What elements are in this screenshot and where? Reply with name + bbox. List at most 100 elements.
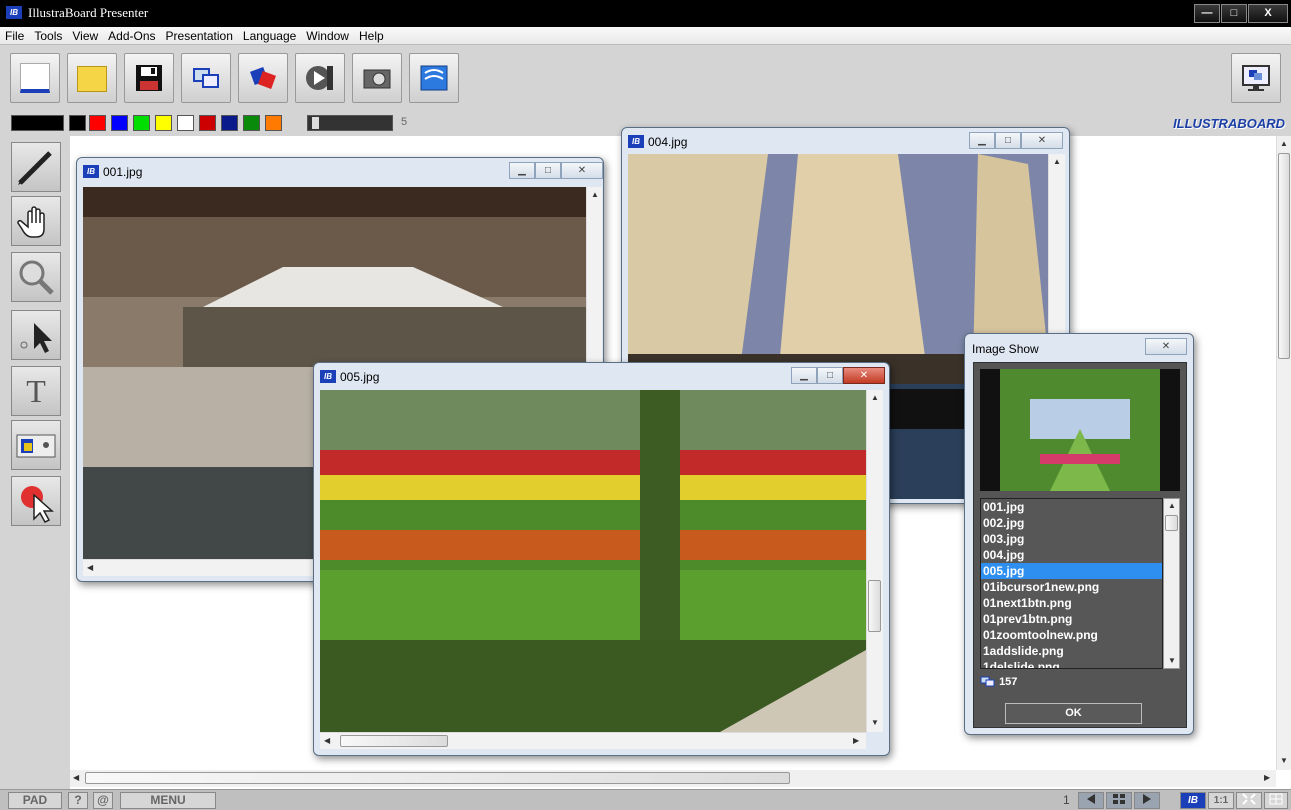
window-scroll-up-icon[interactable]: ▲ xyxy=(871,393,879,402)
scroll-up-icon[interactable]: ▲ xyxy=(1280,139,1288,148)
scroll-left-icon[interactable]: ◀ xyxy=(73,773,79,782)
open-button[interactable] xyxy=(67,53,117,103)
actual-size-button[interactable]: 1:1 xyxy=(1208,792,1234,809)
brand-logo: ILLUSTRABOARD xyxy=(1173,116,1285,131)
help-button[interactable]: ? xyxy=(68,792,88,809)
text-tool-button[interactable]: T xyxy=(11,366,61,416)
window-close-button[interactable]: ✕ xyxy=(1021,132,1063,149)
list-item[interactable]: 1addslide.png xyxy=(981,643,1162,659)
window-horizontal-scrollbar[interactable]: ◀ ▶ xyxy=(320,732,866,749)
menu-add-ons[interactable]: Add-Ons xyxy=(103,27,160,45)
scroll-right-icon[interactable]: ▶ xyxy=(1264,773,1270,782)
menu-button[interactable]: MENU xyxy=(120,792,216,809)
fit-screen-button[interactable] xyxy=(1236,792,1262,809)
menu-file[interactable]: File xyxy=(0,27,29,45)
window-scroll-left-icon[interactable]: ◀ xyxy=(324,736,330,745)
list-item[interactable]: 1delslide.png xyxy=(981,659,1162,668)
window-minimize-button[interactable]: ▁ xyxy=(969,132,995,149)
window-scroll-up-icon[interactable]: ▲ xyxy=(1053,157,1061,166)
slider-knob[interactable] xyxy=(312,117,319,129)
new-board-button[interactable] xyxy=(10,53,60,103)
window-scroll-up-icon[interactable]: ▲ xyxy=(591,190,599,199)
menu-view[interactable]: View xyxy=(67,27,103,45)
window-maximize-button[interactable]: □ xyxy=(535,162,561,179)
window-close-button[interactable]: ✕ xyxy=(561,162,603,179)
grid-view-button[interactable] xyxy=(1106,792,1132,809)
window-vscroll-thumb[interactable] xyxy=(868,580,881,632)
list-item[interactable]: 002.jpg xyxy=(981,515,1162,531)
next-page-button[interactable] xyxy=(1134,792,1160,809)
color-swatch-dark-green[interactable] xyxy=(243,115,260,131)
main-horizontal-scrollbar[interactable]: ◀ ▶ xyxy=(70,770,1276,787)
pointer-tool-button[interactable] xyxy=(11,476,61,526)
list-item[interactable]: 001.jpg xyxy=(981,499,1162,515)
image-tool-button[interactable] xyxy=(11,420,61,470)
window-scroll-left-icon[interactable]: ◀ xyxy=(87,563,93,572)
pen-size-slider[interactable] xyxy=(307,115,393,131)
windows-button[interactable] xyxy=(181,53,231,103)
color-swatch-green[interactable] xyxy=(133,115,150,131)
menu-help[interactable]: Help xyxy=(354,27,389,45)
list-scroll-up-icon[interactable]: ▲ xyxy=(1168,501,1176,510)
color-swatch-yellow[interactable] xyxy=(155,115,172,131)
window-scroll-right-icon[interactable]: ▶ xyxy=(853,736,859,745)
color-swatch-black[interactable] xyxy=(69,115,86,131)
file-list[interactable]: 001.jpg 002.jpg 003.jpg 004.jpg 005.jpg … xyxy=(980,498,1163,669)
image-show-dialog[interactable]: Image Show ✕ 001.jpg 002.jpg 003.jpg 004… xyxy=(964,333,1194,735)
dialog-close-button[interactable]: ✕ xyxy=(1145,338,1187,355)
shapes-button[interactable] xyxy=(238,53,288,103)
display-mode-button[interactable] xyxy=(1231,53,1281,103)
list-item[interactable]: 003.jpg xyxy=(981,531,1162,547)
file-list-scrollbar[interactable]: ▲ ▼ xyxy=(1163,498,1180,669)
image-window-005[interactable]: IB 005.jpg ▁ □ ✕ ▲ ▼ ◀ ▶ xyxy=(313,362,890,756)
list-item[interactable]: 004.jpg xyxy=(981,547,1162,563)
camera-button[interactable] xyxy=(352,53,402,103)
zoom-tool-button[interactable] xyxy=(11,252,61,302)
minimize-button[interactable]: — xyxy=(1194,4,1220,23)
list-scroll-thumb[interactable] xyxy=(1165,515,1178,531)
video-button[interactable] xyxy=(295,53,345,103)
save-button[interactable] xyxy=(124,53,174,103)
menu-window[interactable]: Window xyxy=(301,27,354,45)
window-hscroll-thumb[interactable] xyxy=(340,735,448,747)
pencil-tool-button[interactable] xyxy=(11,142,61,192)
window-vertical-scrollbar[interactable]: ▲ ▼ xyxy=(866,390,883,732)
color-swatch-orange[interactable] xyxy=(265,115,282,131)
tile-windows-button[interactable] xyxy=(1264,792,1288,809)
menu-presentation[interactable]: Presentation xyxy=(161,27,238,45)
list-scroll-down-icon[interactable]: ▼ xyxy=(1168,656,1176,665)
menu-tools[interactable]: Tools xyxy=(29,27,67,45)
image-viewer-button[interactable] xyxy=(409,53,459,103)
window-scroll-down-icon[interactable]: ▼ xyxy=(871,718,879,727)
color-swatch-white[interactable] xyxy=(177,115,194,131)
maximize-button[interactable]: □ xyxy=(1221,4,1247,23)
scroll-down-icon[interactable]: ▼ xyxy=(1280,756,1288,765)
prev-page-button[interactable] xyxy=(1078,792,1104,809)
menu-language[interactable]: Language xyxy=(238,27,301,45)
main-vertical-scrollbar[interactable]: ▲ ▼ xyxy=(1276,136,1291,770)
window-minimize-button[interactable]: ▁ xyxy=(509,162,535,179)
pad-button[interactable]: PAD xyxy=(8,792,62,809)
list-item[interactable]: 01ibcursor1new.png xyxy=(981,579,1162,595)
main-vscroll-thumb[interactable] xyxy=(1278,153,1290,359)
image-005 xyxy=(320,390,866,732)
at-button[interactable]: @ xyxy=(93,792,113,809)
color-swatch-dark-red[interactable] xyxy=(199,115,216,131)
list-item[interactable]: 01zoomtoolnew.png xyxy=(981,627,1162,643)
color-swatch-red[interactable] xyxy=(89,115,106,131)
color-swatch-navy[interactable] xyxy=(221,115,238,131)
list-item-selected[interactable]: 005.jpg xyxy=(981,563,1162,579)
list-item[interactable]: 01prev1btn.png xyxy=(981,611,1162,627)
window-maximize-button[interactable]: □ xyxy=(995,132,1021,149)
window-close-button[interactable]: ✕ xyxy=(843,367,885,384)
close-button[interactable]: X xyxy=(1248,4,1288,23)
window-minimize-button[interactable]: ▁ xyxy=(791,367,817,384)
main-hscroll-thumb[interactable] xyxy=(85,772,790,784)
window-maximize-button[interactable]: □ xyxy=(817,367,843,384)
list-item[interactable]: 01next1btn.png xyxy=(981,595,1162,611)
hand-tool-button[interactable] xyxy=(11,196,61,246)
ib-logo-button[interactable]: IB xyxy=(1180,792,1206,809)
ok-button[interactable]: OK xyxy=(1005,703,1142,724)
select-tool-button[interactable] xyxy=(11,310,61,360)
color-swatch-blue[interactable] xyxy=(111,115,128,131)
